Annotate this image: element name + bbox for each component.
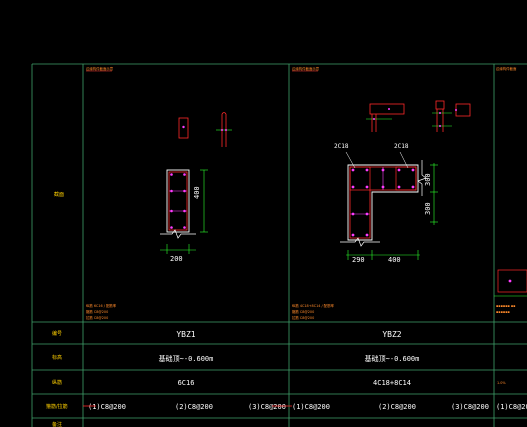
col1-long-bars: 6C16 — [178, 379, 195, 387]
col1-stirrup-2: (2)C8@200 — [175, 403, 213, 411]
col1-dim-width: 200 — [170, 255, 183, 263]
col3-long-bars-note: 1.0% — [497, 381, 506, 385]
row-label-stirrups: 箍筋/拉筋 — [46, 403, 68, 410]
row-label-elevation: 标高 — [52, 354, 62, 361]
col1-section[interactable] — [160, 169, 208, 254]
svg-text:纵筋 6C16 / 配筋率: 纵筋 6C16 / 配筋率 — [86, 303, 117, 308]
col1-elevation: 基础顶~-0.600m — [159, 354, 214, 363]
col2-callout-leader-left — [345, 151, 356, 169]
col3-footnotes: ▪▪▪▪▪▪ ▪▪ ▪▪▪▪▪▪ — [496, 304, 515, 314]
col1-detail-sketch — [178, 112, 232, 147]
col1-footnotes: 纵筋 6C16 / 配筋率 箍筋 C8@200 拉筋 C8@200 — [86, 303, 117, 320]
column-ybz1[interactable]: 边缘构件截面示意 400 200 纵筋 6C16 / 配筋率 箍筋 C8@200… — [83, 66, 286, 411]
col1-header-note: 边缘构件截面示意 — [86, 66, 114, 71]
svg-text:箍筋 C8@200: 箍筋 C8@200 — [292, 309, 314, 314]
table-grid — [31, 63, 527, 427]
col2-dim-leg-left: 290 — [352, 256, 365, 264]
col2-stirrup-3: (3)C8@200 — [451, 403, 489, 411]
col2-stirrup-2: (2)C8@200 — [378, 403, 416, 411]
col2-long-bars: 4C18+8C14 — [373, 379, 411, 387]
col1-dim-depth: 400 — [193, 186, 201, 199]
svg-text:箍筋 C8@200: 箍筋 C8@200 — [86, 309, 108, 314]
col2-callout-right: 2C18 — [394, 143, 409, 150]
row-label-long-bars: 纵筋 — [52, 379, 62, 386]
col2-dim-flange: 300 — [424, 173, 432, 186]
col2-stirrup-1: (1)C8@200 — [292, 403, 330, 411]
col2-footnotes: 纵筋 4C18+8C14 / 配筋率 箍筋 C8@200 拉筋 C8@200 — [292, 303, 334, 320]
svg-text:▪▪▪▪▪▪ ▪▪: ▪▪▪▪▪▪ ▪▪ — [496, 304, 515, 308]
col2-elevation: 基础顶~-0.600m — [365, 354, 420, 363]
svg-text:拉筋 C8@200: 拉筋 C8@200 — [86, 315, 108, 320]
col2-dim-web: 300 — [424, 202, 432, 215]
col1-id: YBZ1 — [176, 330, 195, 339]
svg-text:纵筋 4C18+8C14 / 配筋率: 纵筋 4C18+8C14 / 配筋率 — [292, 303, 334, 308]
col2-detail-sketch — [366, 100, 471, 132]
col1-stirrup-3: (3)C8@200 — [248, 403, 286, 411]
col3-section-fragment — [494, 269, 527, 297]
col2-callout-left: 2C18 — [334, 143, 349, 150]
row-label-remarks: 备注 — [52, 421, 62, 427]
svg-text:▪▪▪▪▪▪: ▪▪▪▪▪▪ — [496, 310, 510, 314]
row-label-id: 编号 — [52, 330, 62, 337]
col2-dim-leg-right: 400 — [388, 256, 401, 264]
svg-text:拉筋 C8@200: 拉筋 C8@200 — [292, 315, 314, 320]
column-ybz2[interactable]: 边缘构件截面示意 2C18 2C18 290 400 300 300 纵筋 4C… — [272, 66, 489, 411]
cad-drawing-canvas[interactable]: 截面 编号 标高 纵筋 箍筋/拉筋 备注 边缘构件截面示意 400 200 纵筋… — [0, 0, 527, 427]
col3-stirrup: (1)C8@200 — [496, 403, 527, 411]
col1-rebar-dots — [170, 173, 186, 229]
row-label-section: 截面 — [54, 191, 64, 198]
col2-header-note: 边缘构件截面示意 — [292, 66, 320, 71]
col2-id: YBZ2 — [382, 330, 401, 339]
col3-header-note: 边缘构件截面 — [496, 66, 517, 71]
col1-stirrup-1: (1)C8@200 — [88, 403, 126, 411]
row-labels: 截面 编号 标高 纵筋 箍筋/拉筋 备注 — [46, 191, 68, 427]
col2-callout-leader-right — [399, 151, 409, 169]
column-partial[interactable]: 边缘构件截面 ▪▪▪▪▪▪ ▪▪ ▪▪▪▪▪▪ 1.0% (1)C8@200 — [494, 66, 527, 411]
